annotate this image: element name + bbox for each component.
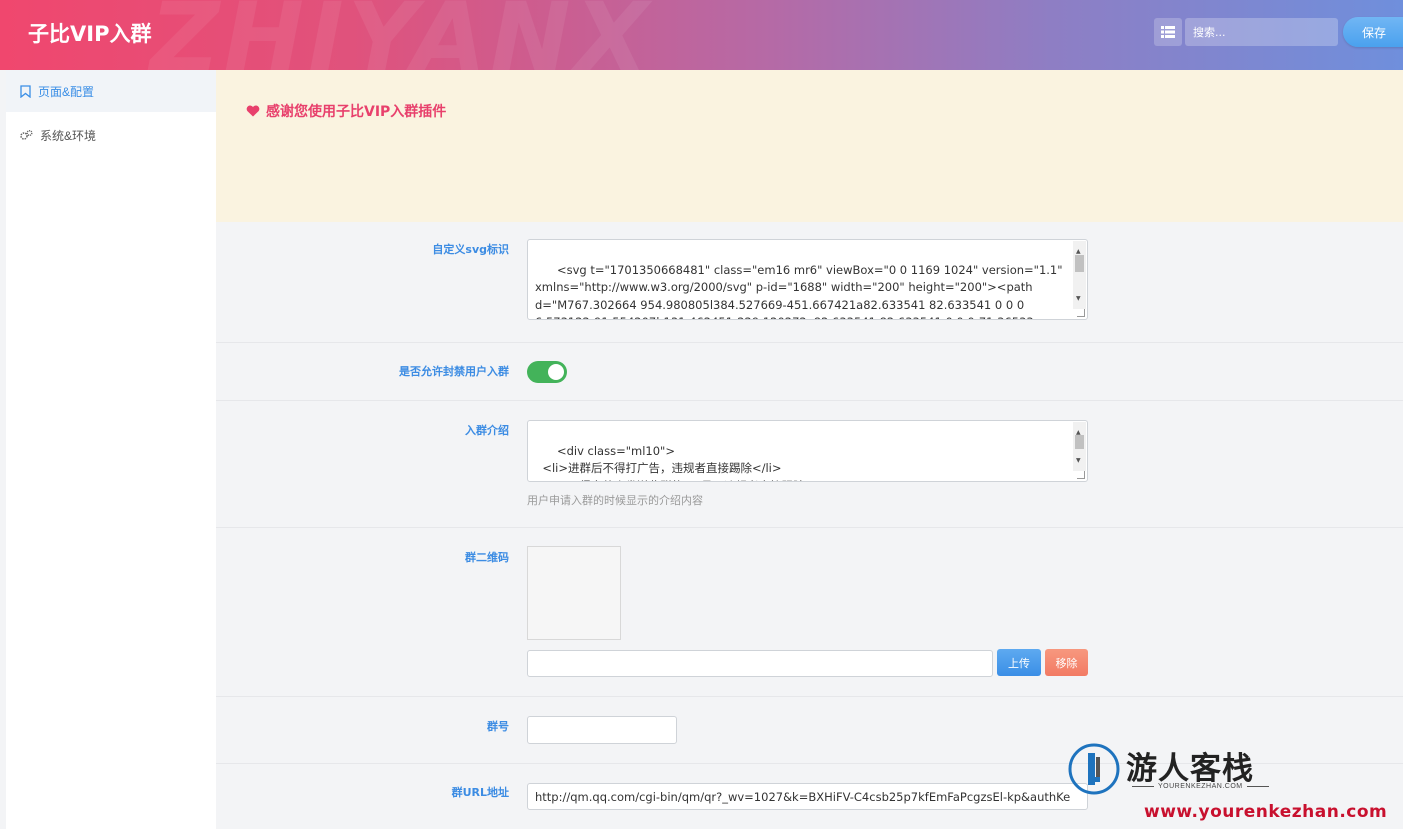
notice-panel: 感谢您使用子比VIP入群插件	[216, 70, 1403, 222]
group-number-input[interactable]	[527, 716, 677, 744]
resize-handle[interactable]	[1077, 309, 1085, 317]
form-row-ban: 是否允许封禁用户入群	[216, 343, 1403, 401]
sidebar-item-page-config[interactable]: 页面&配置	[6, 70, 216, 112]
watermark-subtitle-wrap: YOURENKEZHAN.COM	[1128, 783, 1273, 790]
scroll-thumb[interactable]	[1075, 255, 1084, 272]
main-content: 感谢您使用子比VIP入群插件 自定义svg标识 <svg t="17013506…	[216, 70, 1403, 829]
scroll-down-icon[interactable]: ▼	[1076, 290, 1081, 308]
qr-label: 群二维码	[465, 551, 509, 564]
group-url-label: 群URL地址	[451, 786, 509, 799]
scroll-thumb[interactable]	[1075, 435, 1084, 449]
form-row-qr: 群二维码 上传 移除	[216, 528, 1403, 697]
divider-line	[1132, 786, 1154, 787]
intro-label: 入群介绍	[465, 424, 509, 437]
watermark-logo-icon	[1068, 743, 1120, 795]
notice-text: 感谢您使用子比VIP入群插件	[266, 104, 447, 120]
upload-button[interactable]: 上传	[997, 649, 1041, 676]
toggle-knob	[548, 364, 564, 380]
watermark-title: 游人客栈	[1126, 751, 1254, 787]
save-button[interactable]: 保存	[1343, 17, 1403, 47]
resize-handle[interactable]	[1077, 471, 1085, 479]
watermark-subtitle: YOURENKEZHAN.COM	[1158, 783, 1243, 790]
brand-title: 子比VIP入群	[28, 22, 152, 46]
bookmark-icon	[20, 84, 31, 98]
group-number-label: 群号	[487, 720, 509, 733]
svg-textarea-value: <svg t="1701350668481" class="em16 mr6" …	[535, 262, 1063, 320]
search-input[interactable]: 搜索...	[1185, 18, 1338, 46]
sidebar-item-label: 页面&配置	[38, 84, 95, 99]
qr-url-input[interactable]	[527, 650, 993, 677]
ban-toggle-switch[interactable]	[527, 361, 567, 383]
textarea-scrollbar[interactable]: ▲ ▼	[1073, 422, 1086, 471]
divider-line	[1246, 786, 1269, 787]
sidebar-item-label: 系统&环境	[40, 128, 97, 143]
notice-text-wrap: 感谢您使用子比VIP入群插件	[246, 101, 446, 121]
menu-toggle-button[interactable]	[1154, 18, 1182, 46]
sidebar: 页面&配置 系统&环境	[6, 70, 216, 829]
watermark-url: www.yourenkezhan.com	[1144, 802, 1388, 822]
svg-label: 自定义svg标识	[432, 243, 509, 256]
scroll-down-icon[interactable]: ▼	[1076, 452, 1081, 470]
header-background-watermark: ZHIYANX	[150, 0, 653, 70]
textarea-scrollbar[interactable]: ▲ ▼	[1073, 241, 1086, 309]
qr-preview-image	[527, 546, 621, 640]
intro-textarea-value: <div class="ml10"> <li>进群后不得打广告，违规者直接踢除<…	[542, 443, 834, 482]
form-row-svg: 自定义svg标识 <svg t="1701350668481" class="e…	[216, 222, 1403, 343]
site-watermark: 游人客栈 YOURENKEZHAN.COM www.yourenkezhan.c…	[1068, 741, 1403, 829]
ban-label: 是否允许封禁用户入群	[399, 365, 509, 378]
heart-icon	[246, 105, 260, 117]
intro-hint: 用户申请入群的时候显示的介绍内容	[527, 494, 703, 507]
sidebar-item-system-env[interactable]: 系统&环境	[6, 114, 216, 156]
form-row-intro: 入群介绍 <div class="ml10"> <li>进群后不得打广告，违规者…	[216, 401, 1403, 528]
group-url-input[interactable]: http://qm.qq.com/cgi-bin/qm/qr?_wv=1027&…	[527, 783, 1088, 810]
remove-button[interactable]: 移除	[1045, 649, 1088, 676]
intro-textarea[interactable]: <div class="ml10"> <li>进群后不得打广告，违规者直接踢除<…	[527, 420, 1088, 482]
list-icon	[1161, 26, 1175, 38]
top-header: ZHIYANX 子比VIP入群 搜索... 保存	[0, 0, 1403, 70]
svg-textarea[interactable]: <svg t="1701350668481" class="em16 mr6" …	[527, 239, 1088, 320]
cogs-icon	[20, 130, 33, 140]
